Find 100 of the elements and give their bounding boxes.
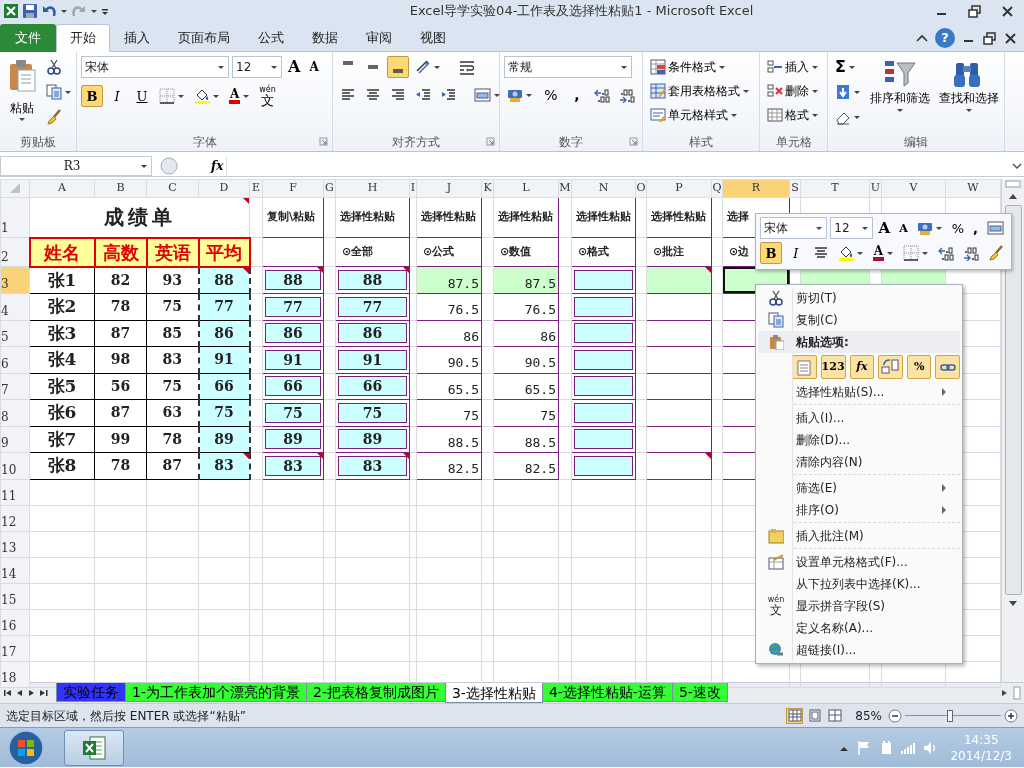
column-header[interactable]: P	[646, 179, 712, 198]
column-header[interactable]: B	[94, 179, 147, 198]
paste-formatting-button[interactable]: %	[906, 355, 932, 379]
format-as-table-button[interactable]: 套用表格格式	[647, 80, 753, 102]
copy-icon[interactable]	[46, 84, 62, 100]
row-header[interactable]: 6	[0, 346, 30, 373]
menu-item[interactable]: 筛选(E)	[758, 477, 960, 499]
menu-item[interactable]: 定义名称(A)...	[758, 617, 960, 639]
shrink-font-button[interactable]: A	[306, 56, 322, 78]
menu-item[interactable]: 从下拉列表中选择(K)...	[758, 573, 960, 595]
caret-icon[interactable]	[493, 92, 501, 98]
menu-item[interactable]: 设置单元格格式(F)...	[758, 551, 960, 573]
row-header[interactable]: 11	[0, 479, 30, 505]
font-color-button[interactable]: A	[869, 242, 897, 264]
menu-item[interactable]: 超链接(I)...	[758, 639, 960, 661]
zoom-slider[interactable]	[947, 709, 954, 722]
row-header[interactable]: 8	[0, 399, 30, 426]
sort-filter-button[interactable]: 排序和筛选	[867, 56, 933, 132]
underline-button[interactable]: U	[131, 85, 153, 107]
caret-icon[interactable]	[64, 89, 72, 95]
column-header[interactable]: J	[416, 179, 482, 198]
fill-color-icon[interactable]	[837, 245, 854, 261]
zoom-in-icon[interactable]	[1004, 708, 1018, 723]
column-header[interactable]: C	[146, 179, 199, 198]
menu-item[interactable]: 排序(O)	[758, 499, 960, 521]
insert-cells-button[interactable]: 插入	[764, 56, 822, 78]
row-header[interactable]: 4	[0, 293, 30, 320]
font-color-button[interactable]: A	[226, 85, 254, 107]
column-header[interactable]: D	[198, 179, 250, 198]
menu-item[interactable]: 清除内容(N)	[758, 451, 960, 473]
caret-icon[interactable]	[965, 107, 973, 113]
cell-styles-icon[interactable]	[650, 107, 666, 123]
column-header[interactable]: O	[635, 179, 647, 198]
row-header[interactable]: 16	[0, 609, 30, 635]
dialog-launcher-icon[interactable]	[486, 137, 495, 146]
conditional-formatting-icon[interactable]	[650, 59, 666, 75]
comma-button[interactable]: ,	[566, 84, 588, 106]
font-size-field[interactable]: 12	[830, 217, 873, 239]
formula-bar-handle-icon[interactable]	[160, 156, 178, 175]
format-as-table-icon[interactable]	[650, 83, 666, 99]
cell-styles-button[interactable]: 单元格样式	[647, 104, 741, 126]
excel-logo-icon[interactable]	[3, 3, 19, 19]
sheet-tab[interactable]: 3-选择性粘贴	[444, 683, 543, 703]
column-header[interactable]: H	[335, 179, 410, 198]
close-icon[interactable]	[1003, 30, 1018, 46]
customize-toolbar-icon[interactable]	[101, 6, 109, 16]
menu-item[interactable]: 插入批注(M)	[758, 525, 960, 547]
row-header[interactable]: 15	[0, 583, 30, 609]
caret-icon[interactable]	[811, 64, 819, 70]
shrink-font-button[interactable]: A	[896, 217, 911, 239]
font-size-field[interactable]: 12	[232, 56, 282, 78]
help-button[interactable]: ?	[935, 28, 955, 48]
fill-down-icon[interactable]	[835, 84, 851, 100]
phonetic-button[interactable]: wén 文	[256, 84, 279, 108]
ribbon-tab[interactable]: 插入	[110, 24, 164, 52]
row-header[interactable]: 2	[0, 237, 30, 267]
close-icon[interactable]	[1000, 3, 1015, 19]
caret-icon[interactable]	[896, 107, 904, 113]
caret-icon[interactable]	[921, 250, 929, 256]
currency-icon[interactable]	[507, 87, 523, 103]
restore-icon[interactable]	[982, 30, 997, 46]
caret-icon[interactable]	[847, 64, 856, 70]
caret-icon[interactable]	[525, 92, 533, 98]
start-button-icon[interactable]	[6, 728, 46, 767]
delete-cells-button[interactable]: 删除	[764, 80, 822, 102]
clipboard-icon[interactable]	[7, 59, 37, 92]
insert-cells-icon[interactable]	[767, 59, 783, 75]
sort-filter-icon[interactable]	[883, 59, 917, 89]
split-handle-icon[interactable]	[1005, 179, 1021, 189]
zoom-out-icon[interactable]	[888, 708, 902, 723]
name-box[interactable]: R3	[0, 155, 152, 176]
ribbon-tab[interactable]: 审阅	[352, 24, 406, 52]
caret-icon[interactable]	[886, 250, 894, 256]
comma-button[interactable]: ,	[970, 217, 981, 239]
cut-icon[interactable]	[46, 59, 62, 75]
dialog-launcher-icon[interactable]	[629, 137, 638, 146]
caret-icon[interactable]	[718, 64, 726, 70]
grow-font-button[interactable]: A	[285, 56, 304, 78]
percent-button[interactable]: %	[539, 84, 563, 106]
ribbon-tab[interactable]: 页面布局	[164, 24, 244, 52]
conditional-formatting-button[interactable]: 条件格式	[647, 56, 729, 78]
ribbon-tab[interactable]: 视图	[406, 24, 460, 52]
caret-icon[interactable]	[140, 162, 148, 169]
sheet-tab[interactable]: 1-为工作表加个漂亮的背景	[125, 683, 307, 702]
restore-icon[interactable]	[967, 3, 982, 19]
menu-item[interactable]: 插入(I)...	[758, 407, 960, 429]
bold-button[interactable]: B	[81, 85, 103, 107]
percent-button[interactable]: %	[948, 217, 968, 239]
column-header[interactable]: F	[262, 179, 324, 198]
menu-item[interactable]: 剪切(T)	[758, 287, 960, 309]
paste-button[interactable]: 粘贴	[4, 56, 40, 132]
number-format-field[interactable]: 常规	[504, 56, 632, 78]
menu-item[interactable]: 删除(D)...	[758, 429, 960, 451]
currency-icon[interactable]	[916, 220, 933, 236]
font-name-field[interactable]: 宋体	[760, 217, 828, 239]
column-header[interactable]: A	[29, 179, 95, 198]
row-header[interactable]: 5	[0, 320, 30, 347]
menu-item[interactable]: 复制(C)	[758, 309, 960, 331]
column-header[interactable]: Q	[711, 179, 723, 198]
borders-icon[interactable]	[903, 245, 919, 261]
